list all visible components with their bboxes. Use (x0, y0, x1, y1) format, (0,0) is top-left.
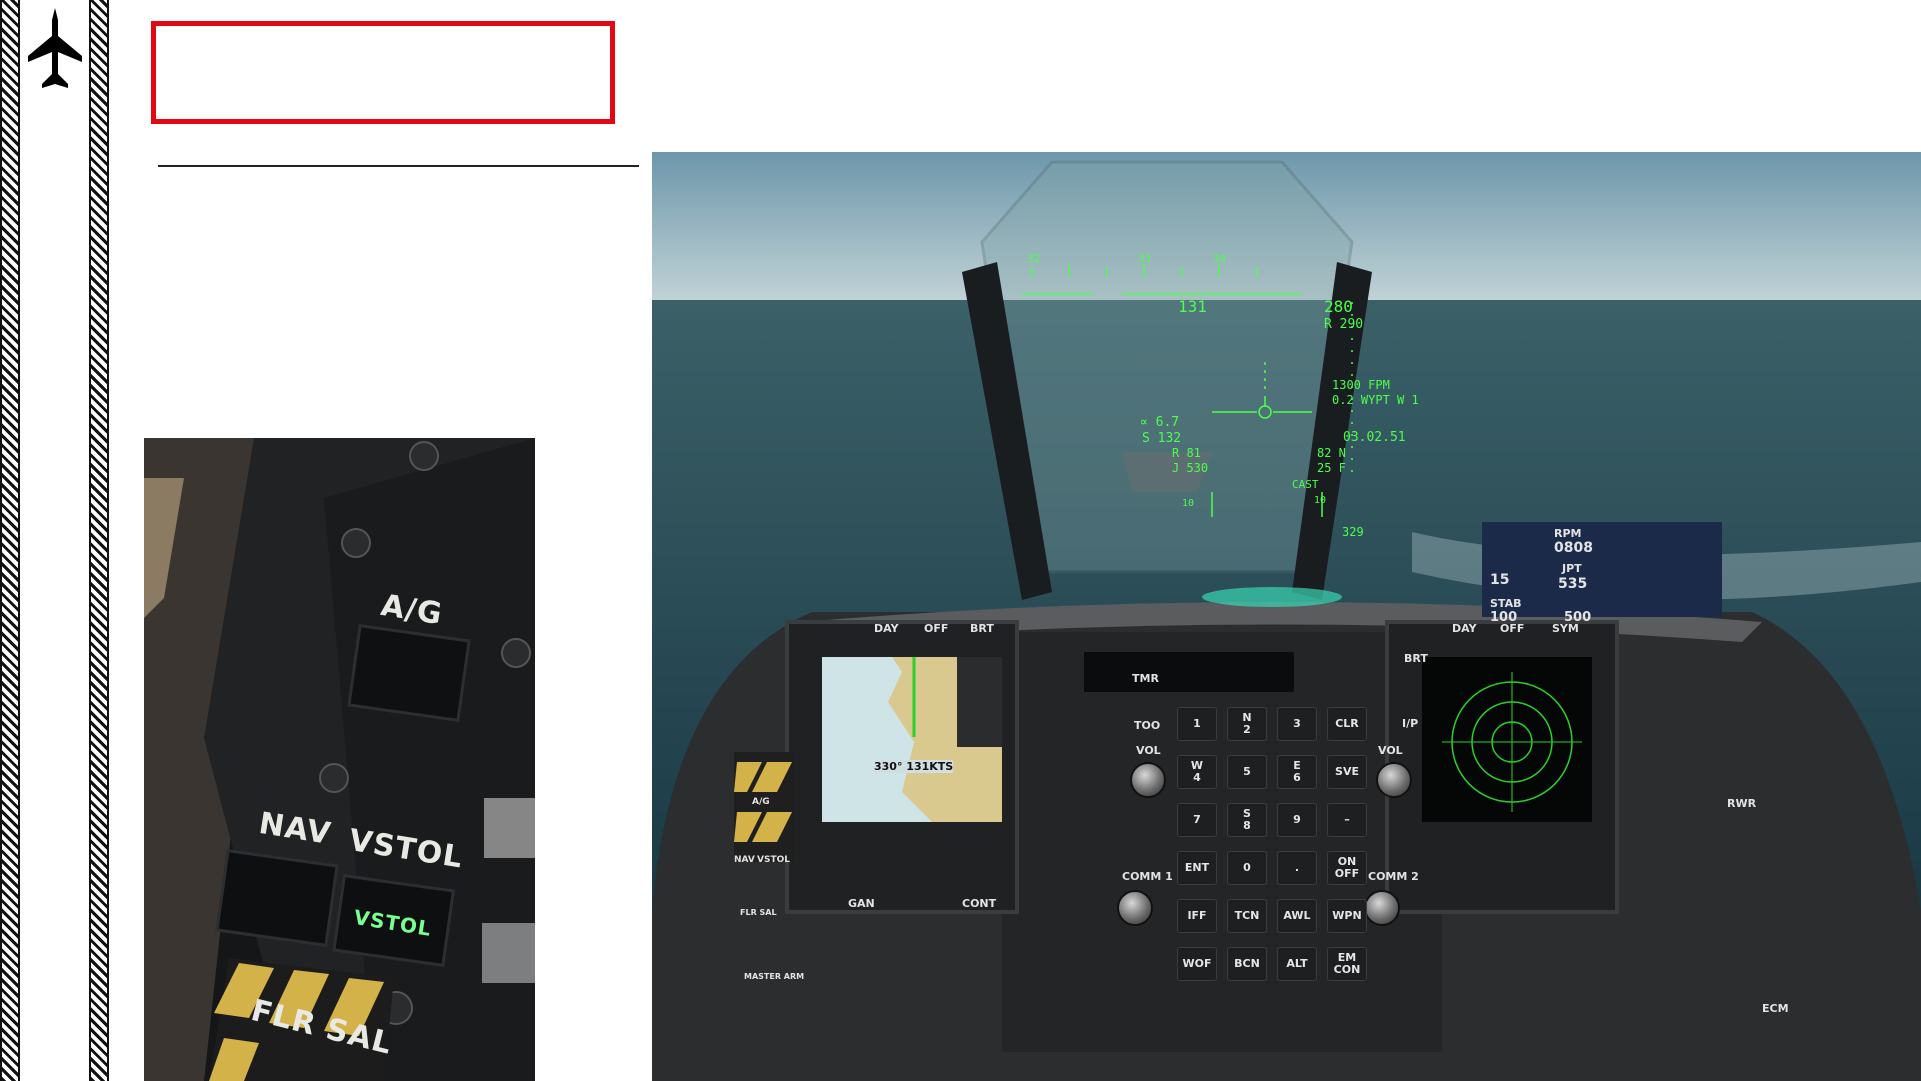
master-arm-label: MASTER ARM (744, 972, 805, 981)
hud-radar-altitude: R 290 (1324, 317, 1363, 332)
hud-airspeed: 131 (1178, 297, 1207, 316)
cockpit-photo: 32 33 34 131 280 R 290 1300 FPM 0.2 WYPT… (652, 152, 1921, 1081)
master-ag-label: A/G (752, 797, 770, 807)
ufc-key[interactable]: WPN (1327, 899, 1367, 933)
hud-speed-s: S 132 (1142, 431, 1181, 446)
mpcd-left-cont: CONT (962, 897, 997, 910)
rwr-label: RWR (1727, 797, 1757, 810)
hud-heading-34: 34 (1213, 252, 1227, 265)
vol-right-knob[interactable] (1376, 762, 1412, 798)
title-divider (158, 165, 639, 167)
hud-ladder-low: 10 (1182, 498, 1194, 509)
hud-cast: CAST (1292, 478, 1319, 491)
hud-j-value: J 530 (1172, 461, 1208, 475)
ufc-key[interactable]: W 4 (1177, 755, 1217, 789)
stab-value: 100 (1490, 610, 1518, 625)
ufc-key[interactable]: 1 (1177, 707, 1217, 741)
hud-nozzle: 82 N (1317, 446, 1346, 460)
ufc-key[interactable]: – (1327, 803, 1367, 837)
hud-r-value: R 81 (1172, 446, 1201, 460)
mpcd-right-day: DAY (1452, 622, 1477, 635)
mpcd-left-brt: BRT (970, 622, 994, 635)
comm1-label: COMM 1 (1122, 870, 1173, 883)
title-box (151, 21, 615, 124)
ufc-key[interactable]: IFF (1177, 899, 1217, 933)
hud-time: 03.02.51 (1343, 430, 1406, 445)
mpcd-left-heading-readout: 330° 131KTS (874, 760, 954, 773)
ufc-key[interactable]: TCN (1227, 899, 1267, 933)
hud-ladder-high: 10 (1314, 495, 1326, 506)
hud-altitude: 280 (1324, 297, 1353, 316)
ufc-key[interactable]: 7 (1177, 803, 1217, 837)
master-nav-label: NAV (734, 855, 755, 865)
comm2-label: COMM 2 (1368, 870, 1419, 883)
ufc-tmr-button[interactable]: TMR (1132, 672, 1159, 685)
left-hatched-rail (0, 0, 20, 1081)
mpcd-left-gan: GAN (848, 897, 875, 910)
hud-flaps: 25 F (1317, 461, 1346, 475)
ufc-key[interactable]: EM CON (1327, 947, 1367, 981)
jet-silhouette-icon (28, 8, 82, 88)
ufc-brt-label: BRT (1404, 652, 1428, 665)
ufc-ip-button[interactable]: I/P (1402, 717, 1418, 730)
hud-heading-32: 32 (1027, 252, 1040, 265)
ufc-key[interactable]: N 2 (1227, 707, 1267, 741)
master-vstol-label: VSTOL (757, 855, 790, 865)
right-hatched-rail (89, 0, 109, 1081)
ufc-key[interactable]: S 8 (1227, 803, 1267, 837)
ufc-key[interactable]: AWL (1277, 899, 1317, 933)
ufc-key[interactable]: 9 (1277, 803, 1317, 837)
stab-label: STAB (1490, 597, 1522, 610)
ufc-vol-left-label: VOL (1136, 744, 1161, 757)
rpm-label: RPM (1554, 527, 1582, 540)
ff-value: 15 (1490, 572, 1510, 588)
master-mode-panel-closeup: A/G NAV VSTOL VSTOL FLR SAL (144, 438, 535, 1081)
page-title (156, 26, 610, 66)
ufc-key[interactable]: ALT (1277, 947, 1317, 981)
h2o-value: 500 (1564, 610, 1592, 625)
ufc-key[interactable]: ENT (1177, 851, 1217, 885)
hud-heading-33: 33 (1138, 252, 1151, 265)
closeup-backdrop (144, 438, 535, 1081)
ufc-key[interactable]: WOF (1177, 947, 1217, 981)
ufc-key[interactable]: BCN (1227, 947, 1267, 981)
mpcd-left-day: DAY (874, 622, 899, 635)
ufc-key[interactable]: E 6 (1277, 755, 1317, 789)
ufc-key[interactable]: 0 (1227, 851, 1267, 885)
ufc-key[interactable]: SVE (1327, 755, 1367, 789)
hud-alpha: ∝ 6.7 (1140, 415, 1179, 430)
hud-waypoint: 0.2 WYPT W 1 (1332, 393, 1419, 407)
mpcd-left-off: OFF (924, 622, 949, 635)
vol-left-knob[interactable] (1130, 762, 1166, 798)
ufc-key[interactable]: 3 (1277, 707, 1317, 741)
ufc-key[interactable]: 5 (1227, 755, 1267, 789)
ufc-keypad: 1 N 2 3 CLR W 4 5 E 6 SVE 7 S 8 9– ENT 0. ON OFF IFF TC… (1177, 707, 1373, 1017)
ufc-key[interactable]: ON OFF (1327, 851, 1367, 885)
comm1-knob[interactable] (1117, 890, 1153, 926)
ufc-key[interactable]: CLR (1327, 707, 1367, 741)
ecm-label: ECM (1762, 1002, 1789, 1015)
jpt-value: 535 (1558, 576, 1588, 592)
ufc-too-button[interactable]: TOO (1134, 719, 1160, 732)
master-flr-sal-label: FLR SAL (740, 908, 777, 917)
jpt-label: JPT (1562, 562, 1582, 575)
hud-vvi: 1300 FPM (1332, 378, 1390, 392)
rpm-value: 0808 (1554, 540, 1593, 556)
ufc-key[interactable]: . (1277, 851, 1317, 885)
hud-bottom-value: 329 (1342, 525, 1364, 539)
ufc-vol-right-label: VOL (1378, 744, 1403, 757)
